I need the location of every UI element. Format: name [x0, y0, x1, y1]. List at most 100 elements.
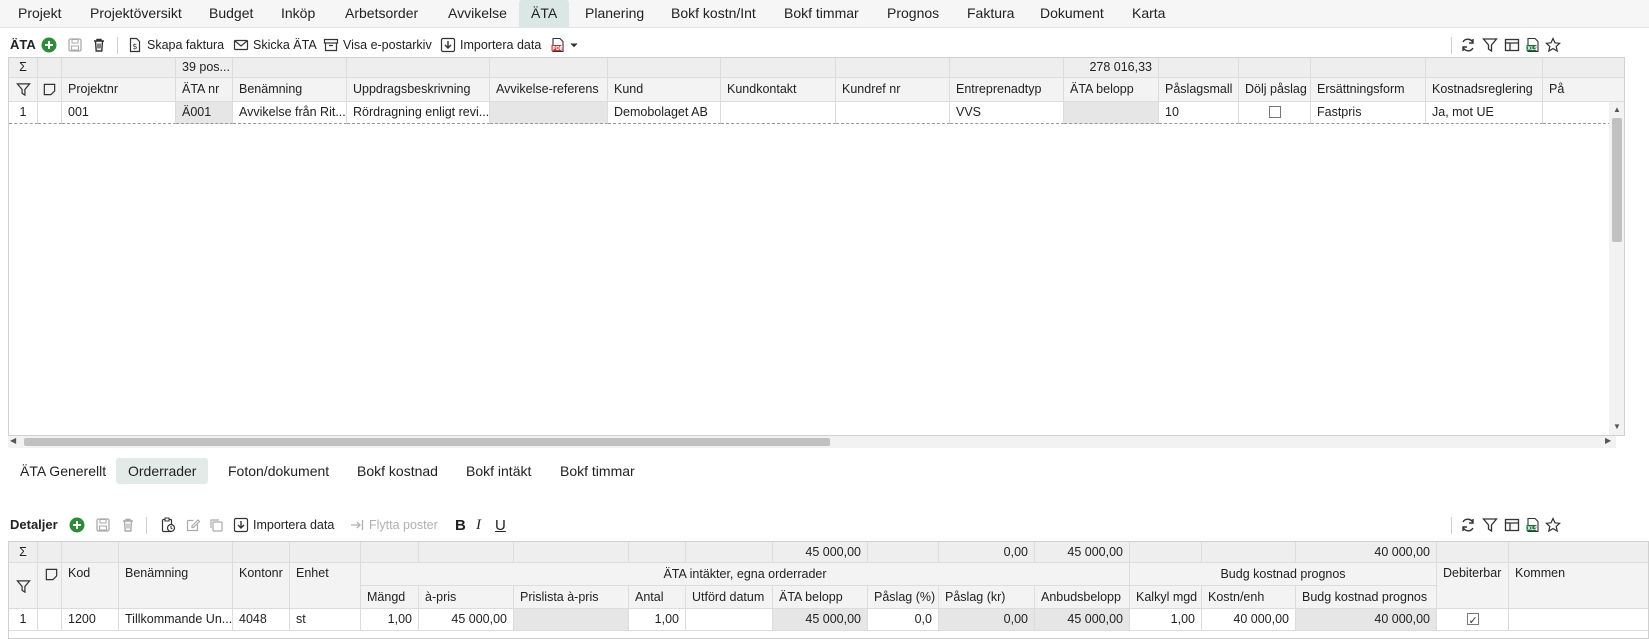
col-ersattningsform[interactable]: Ersättningsform: [1311, 78, 1426, 102]
column-filter-button[interactable]: [9, 78, 38, 102]
cell-utford-datum[interactable]: [686, 609, 773, 631]
columns-detail-button[interactable]: [1504, 510, 1520, 540]
tab-orderrader[interactable]: Orderrader: [116, 458, 209, 484]
cell-benamning-detail[interactable]: Tillkommande Un...: [119, 609, 233, 631]
delete-button[interactable]: [91, 30, 107, 60]
cell-uppdragsbeskrivning[interactable]: Rördragning enligt revi...: [347, 102, 490, 124]
tab-bokf-timmar-detail[interactable]: Bokf timmar: [548, 458, 647, 484]
col-anbudsbelopp[interactable]: Anbudsbelopp: [1035, 586, 1130, 609]
col-kundkontakt[interactable]: Kundkontakt: [721, 78, 836, 102]
col-kalkyl-mgd[interactable]: Kalkyl mgd: [1130, 586, 1202, 609]
importera-data-button[interactable]: Importera data: [440, 30, 541, 60]
underline-button[interactable]: U: [495, 510, 506, 540]
col-uppdragsbeskrivning[interactable]: Uppdragsbeskrivning: [347, 78, 490, 102]
save-button[interactable]: [67, 30, 83, 60]
cell-kommentar[interactable]: [1509, 609, 1648, 631]
dolj-paslag-checkbox[interactable]: [1268, 105, 1281, 118]
clipboard-button[interactable]: [160, 510, 176, 540]
excel-export-button[interactable]: XLS: [1525, 30, 1541, 60]
col-kommentar[interactable]: Kommen: [1509, 563, 1648, 609]
col-paslag-pct[interactable]: Påslag (%): [868, 586, 939, 609]
col-apris[interactable]: à-pris: [419, 586, 514, 609]
tab-avvikelse[interactable]: Avvikelse: [436, 0, 519, 28]
col-antal[interactable]: Antal: [629, 586, 686, 609]
tab-planering[interactable]: Planering: [573, 0, 656, 28]
visa-epostarkiv-button[interactable]: Visa e-postarkiv: [323, 30, 432, 60]
col-pa[interactable]: På: [1543, 78, 1624, 102]
col-kontonr[interactable]: Kontonr: [233, 563, 290, 609]
tab-bokf-kostn-int[interactable]: Bokf kostn/Int: [659, 0, 768, 28]
col-budg-kostnad-prognos[interactable]: Budg kostnad prognos: [1296, 586, 1437, 609]
refresh-button[interactable]: [1460, 30, 1476, 60]
col-kod[interactable]: Kod: [62, 563, 119, 609]
col-kund[interactable]: Kund: [608, 78, 721, 102]
add-row-button[interactable]: [69, 510, 85, 540]
tab-dokument[interactable]: Dokument: [1028, 0, 1116, 28]
columns-button[interactable]: [1504, 30, 1520, 60]
cell-ersattningsform[interactable]: Fastpris: [1311, 102, 1426, 124]
vertical-scroll-thumb[interactable]: [1612, 118, 1622, 242]
cell-paslagsmall[interactable]: 10: [1159, 102, 1239, 124]
favorite-detail-button[interactable]: [1545, 510, 1561, 540]
cell-kundkontakt[interactable]: [721, 102, 836, 124]
col-mangd[interactable]: Mängd: [361, 586, 419, 609]
col-paslag-kr[interactable]: Påslag (kr): [939, 586, 1035, 609]
tab-projekt[interactable]: Projekt: [6, 0, 74, 28]
tab-faktura[interactable]: Faktura: [955, 0, 1026, 28]
cell-mangd[interactable]: 1,00: [361, 609, 419, 631]
cell-antal[interactable]: 1,00: [629, 609, 686, 631]
cell-enhet[interactable]: st: [290, 609, 361, 631]
tab-arbetsorder[interactable]: Arbetsorder: [333, 0, 430, 28]
filter-detail-button[interactable]: [1482, 510, 1498, 540]
tab-inkop[interactable]: Inköp: [269, 0, 327, 28]
col-benamning-detail[interactable]: Benämning: [119, 563, 233, 609]
skapa-faktura-button[interactable]: $ Skapa faktura: [127, 30, 224, 60]
col-entreprenadtyp[interactable]: Entreprenadtyp: [950, 78, 1064, 102]
edit-button[interactable]: [185, 510, 201, 540]
col-projektnr[interactable]: Projektnr: [62, 78, 176, 102]
cell-kund[interactable]: Demobolaget AB: [608, 102, 721, 124]
tab-bokf-kostnad[interactable]: Bokf kostnad: [345, 458, 450, 484]
excel-export-detail-button[interactable]: XLS: [1525, 510, 1541, 540]
flytta-poster-button[interactable]: Flytta poster: [349, 510, 438, 540]
cell-kostn-enh[interactable]: 40 000,00: [1202, 609, 1296, 631]
cell-kundref-nr[interactable]: [836, 102, 950, 124]
debiterbar-checkbox[interactable]: [1466, 611, 1479, 630]
col-avvikelse-referens[interactable]: Avvikelse-referens: [490, 78, 608, 102]
tab-projektoversikt[interactable]: Projektöversikt: [78, 0, 194, 28]
col-prislista-apris[interactable]: Prislista à-pris: [514, 586, 629, 609]
bold-button[interactable]: B: [455, 510, 466, 540]
favorite-button[interactable]: [1545, 30, 1561, 60]
cell-kod[interactable]: 1200: [62, 609, 119, 631]
cell-paslag-pct[interactable]: 0,0: [868, 609, 939, 631]
cell-apris[interactable]: 45 000,00: [419, 609, 514, 631]
column-filter-detail-button[interactable]: [9, 563, 38, 609]
scroll-right-icon[interactable]: ▶: [1605, 436, 1611, 445]
delete-row-button[interactable]: [120, 510, 136, 540]
cell-avvikelse-referens[interactable]: [490, 102, 608, 124]
cell-projektnr[interactable]: 001: [62, 102, 176, 124]
copy-button[interactable]: [208, 510, 224, 540]
tab-ata[interactable]: ÄTA: [519, 0, 570, 28]
cell-kontonr[interactable]: 4048: [233, 609, 290, 631]
vertical-scrollbar[interactable]: ▲ ▼: [1609, 102, 1624, 435]
col-kundref-nr[interactable]: Kundref nr: [836, 78, 950, 102]
col-utford-datum[interactable]: Utförd datum: [686, 586, 773, 609]
col-enhet[interactable]: Enhet: [290, 563, 361, 609]
tab-prognos[interactable]: Prognos: [875, 0, 951, 28]
tab-foton-dokument[interactable]: Foton/dokument: [216, 458, 341, 484]
tab-bokf-intakt[interactable]: Bokf intäkt: [454, 458, 543, 484]
tab-karta[interactable]: Karta: [1120, 0, 1177, 28]
save-row-button[interactable]: [95, 510, 111, 540]
col-kostnadsreglering[interactable]: Kostnadsreglering: [1426, 78, 1543, 102]
col-ata-nr[interactable]: ÄTA nr: [176, 78, 233, 102]
pdf-export-dropdown[interactable]: PDF: [550, 30, 578, 60]
refresh-detail-button[interactable]: [1460, 510, 1476, 540]
italic-button[interactable]: I: [476, 510, 481, 540]
col-kostn-enh[interactable]: Kostn/enh: [1202, 586, 1296, 609]
skicka-ata-button[interactable]: Skicka ÄTA: [233, 30, 317, 60]
importera-data-detail-button[interactable]: Importera data: [233, 510, 334, 540]
col-dolj-paslag[interactable]: Dölj påslag: [1239, 78, 1311, 102]
col-debiterbar[interactable]: Debiterbar: [1437, 563, 1509, 609]
scroll-up-icon[interactable]: ▲: [1613, 105, 1621, 114]
